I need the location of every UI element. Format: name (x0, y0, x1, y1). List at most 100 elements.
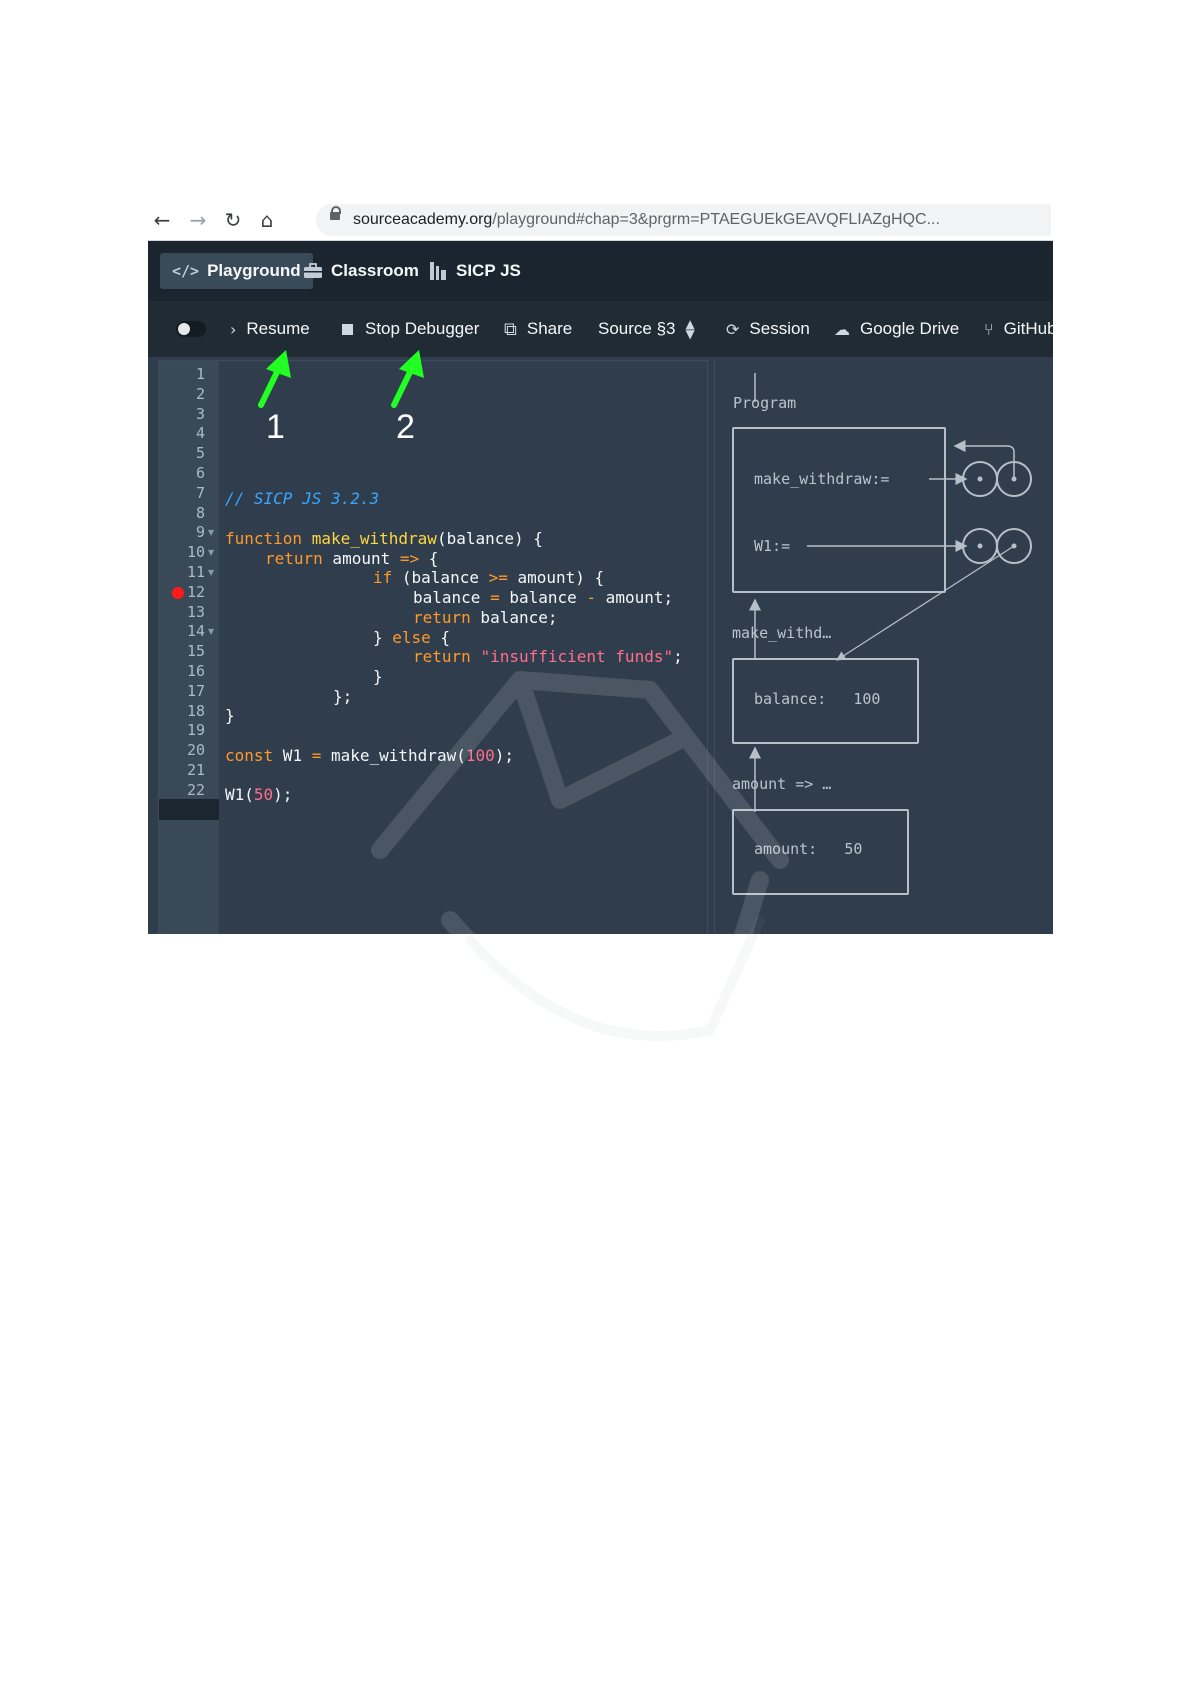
source-chapter-select[interactable]: Source §3 ▲ ▼ (598, 317, 695, 341)
code-text: { (430, 628, 451, 647)
session-button[interactable]: ⟳ Session (726, 317, 810, 341)
amount-binding: amount: (754, 840, 818, 858)
amount-binding-row: amount: 50 (754, 840, 862, 858)
tab-sicp-js[interactable]: SICP JS (418, 253, 533, 289)
line-number[interactable]: 13 (159, 603, 205, 621)
fold-toggle-icon[interactable]: ▼ (208, 548, 214, 557)
code-text: (balance) { (436, 529, 543, 548)
back-arrow-icon[interactable]: ← (150, 208, 174, 232)
keyword: return (413, 608, 471, 627)
line-number[interactable]: 17 (159, 682, 205, 700)
code-text: amount; (596, 588, 674, 607)
breakpoint-marker[interactable] (172, 587, 184, 599)
number-literal: 50 (253, 785, 274, 804)
stop-debugger-button[interactable]: Stop Debugger (342, 317, 479, 341)
fold-toggle-icon[interactable]: ▼ (208, 568, 214, 577)
browser-toolbar: ← → ↻ ⌂ sourceacademy.org/playground#cha… (148, 200, 1053, 241)
code-editor[interactable]: 1 2 3 4 5 6 7 8 9 ▼ 10 ▼ 11 ▼ 12 13 14 ▼ 15 16 17 18 19 20 21 22 … (158, 360, 708, 934)
url-text: sourceacademy.org/playground#chap=3&prgr… (353, 211, 940, 229)
resume-button[interactable]: › Resume (230, 317, 310, 341)
google-drive-button[interactable]: ☁ Google Drive (834, 317, 959, 341)
share-button[interactable]: ⧉ Share (504, 317, 572, 341)
chevron-right-icon: › (230, 319, 237, 339)
amount-value: 50 (844, 840, 863, 858)
function-name: make_withdraw (311, 529, 437, 548)
code-line-20: const W1 = make_withdraw(100); (225, 746, 773, 765)
make-withdraw-frame-label: make_withd… (732, 624, 832, 642)
fold-toggle-icon[interactable]: ▼ (208, 627, 214, 636)
code-line-7: // SICP JS 3.2.3 (225, 489, 773, 508)
code-text: ); (273, 785, 293, 804)
line-number[interactable]: 19 (159, 721, 205, 739)
line-number[interactable]: 15 (159, 642, 205, 660)
line-number[interactable]: 3 (159, 405, 205, 423)
line-number[interactable]: 21 (159, 761, 205, 779)
session-label: Session (749, 319, 810, 338)
balance-value: 100 (853, 690, 881, 708)
code-text: make_withdraw( (321, 746, 466, 765)
line-number[interactable]: 2 (159, 385, 205, 403)
sync-icon: ⟳ (726, 319, 740, 339)
operator: = (490, 588, 500, 607)
code-text: } (225, 706, 235, 725)
w1-binding: W1:= (754, 537, 791, 555)
keyword: if (373, 568, 393, 587)
code-text: balance; (470, 608, 558, 627)
line-number[interactable]: 9 (159, 523, 205, 541)
address-bar[interactable]: sourceacademy.org/playground#chap=3&prgr… (316, 204, 1051, 236)
string-literal: "insufficient funds" (480, 647, 674, 666)
line-number[interactable]: 1 (159, 365, 205, 383)
github-label: GitHub (1003, 319, 1053, 338)
google-drive-label: Google Drive (860, 319, 960, 338)
operator: => (399, 549, 420, 568)
line-number[interactable]: 10 (159, 543, 205, 561)
app-navbar: </> Playground Classroom SICP JS (148, 241, 1053, 301)
autorun-toggle[interactable] (176, 321, 206, 337)
fold-toggle-icon[interactable]: ▼ (208, 528, 214, 537)
code-text: ; (673, 647, 683, 666)
screenshot: ← → ↻ ⌂ sourceacademy.org/playground#cha… (148, 200, 1053, 934)
operator: = (311, 746, 322, 765)
line-number[interactable]: 16 (159, 662, 205, 680)
caret-up-down-icon: ▲ ▼ (685, 317, 695, 341)
stop-debugger-label: Stop Debugger (365, 319, 480, 338)
line-number[interactable]: 14 (159, 622, 205, 640)
tab-classroom-label: Classroom (331, 261, 419, 280)
code-text: (balance (392, 568, 489, 587)
line-number[interactable]: 6 (159, 464, 205, 482)
environment-visualizer: Program make_withdraw:= W1:= make_withd…… (714, 360, 1053, 934)
code-text: amount) { (507, 568, 605, 587)
tab-classroom[interactable]: Classroom (291, 253, 431, 289)
line-number[interactable]: 22 (159, 781, 205, 799)
reload-icon[interactable]: ↻ (221, 208, 245, 232)
code-text: balance (413, 588, 491, 607)
url-path: /playground#chap=3&prgrm=PTAEGUEkGEAVQFL… (492, 211, 940, 228)
code-text: }; (333, 687, 353, 706)
current-line-gutter-highlight (159, 799, 219, 820)
number-literal: 100 (465, 746, 495, 765)
code-text: { (419, 549, 439, 568)
tab-playground[interactable]: </> Playground (160, 253, 313, 289)
code-line-9: function make_withdraw(balance) { (225, 529, 773, 548)
code-text: ); (494, 746, 515, 765)
share-icon: ⧉ (504, 318, 517, 340)
code-comment: // SICP JS 3.2.3 (225, 489, 380, 508)
keyword: return (265, 549, 323, 568)
line-number[interactable]: 11 (159, 563, 205, 581)
github-button[interactable]: ⑂ GitHub (984, 317, 1053, 341)
keyword: const (225, 746, 274, 765)
line-number[interactable]: 18 (159, 702, 205, 720)
home-icon[interactable]: ⌂ (255, 208, 279, 232)
balance-binding: balance: (754, 690, 827, 708)
code-line-22: W1(50); (225, 785, 773, 804)
line-number[interactable]: 20 (159, 741, 205, 759)
line-number[interactable]: 7 (159, 484, 205, 502)
forward-arrow-icon[interactable]: → (186, 208, 210, 232)
stop-icon (342, 323, 353, 335)
line-number[interactable]: 4 (159, 424, 205, 442)
line-number[interactable]: 8 (159, 504, 205, 522)
code-text: } (373, 667, 383, 686)
code-icon: </> (172, 262, 200, 280)
line-number[interactable]: 5 (159, 444, 205, 462)
url-host: sourceacademy.org (353, 211, 493, 228)
